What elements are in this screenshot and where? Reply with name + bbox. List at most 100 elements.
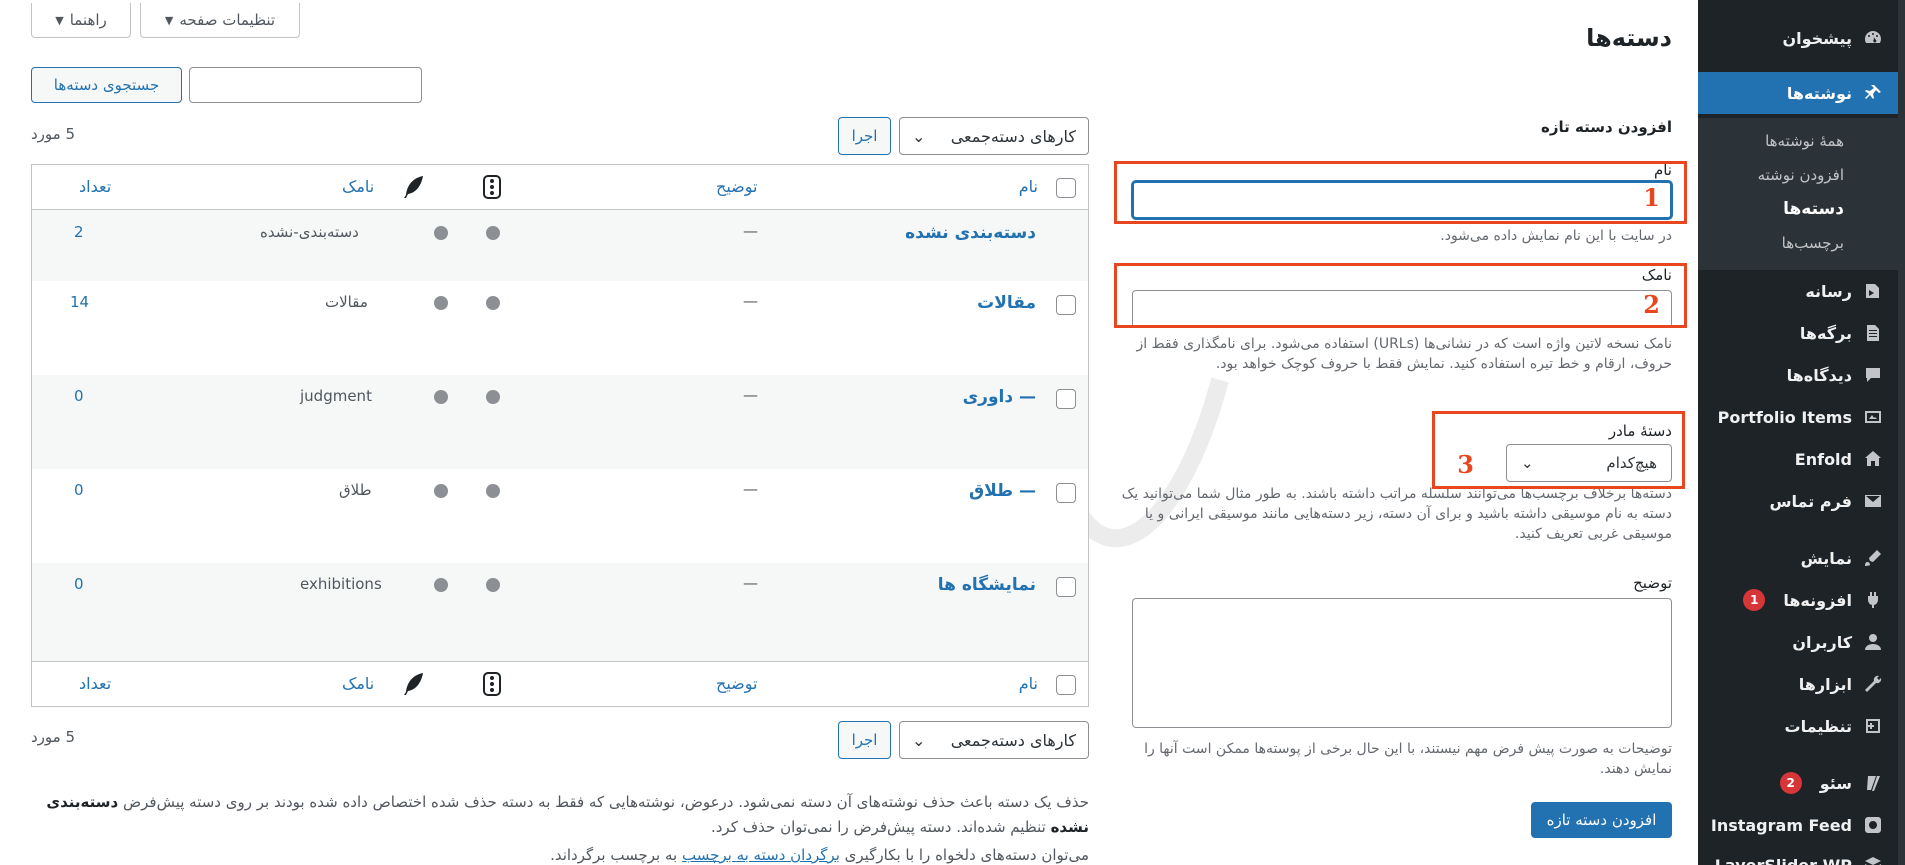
plugins-icon — [1862, 589, 1884, 611]
help-label: راهنما — [69, 11, 107, 29]
category-slug: طلاق — [339, 481, 372, 499]
category-search-input[interactable] — [189, 67, 422, 103]
menu-layerslider[interactable]: LayerSlider WP — [1698, 848, 1898, 865]
category-description: — — [743, 574, 758, 592]
category-count-link[interactable]: 14 — [70, 293, 89, 311]
category-tag-converter-link[interactable]: برگردان دسته به برچسب — [682, 846, 840, 864]
slug-help: نامک نسخه لاتین واژه است که در نشانی‌ها … — [1136, 336, 1672, 372]
row-checkbox[interactable] — [1056, 577, 1076, 597]
submenu-add-post[interactable]: افزودن نوشته — [1698, 158, 1898, 192]
menu-appearance[interactable]: نمایش — [1698, 541, 1898, 575]
category-count-link[interactable]: 0 — [74, 481, 84, 499]
submenu-categories[interactable]: دسته‌ها — [1698, 192, 1898, 226]
mail-icon — [1862, 490, 1884, 512]
column-name[interactable]: نام — [1019, 674, 1038, 693]
bulk-actions-select-top[interactable]: کارهای دسته‌جمعی ⌄ — [899, 117, 1089, 155]
media-icon — [1862, 280, 1884, 302]
category-slug: دسته‌بندی-نشده — [260, 223, 359, 241]
description-help: توضیحات به صورت پیش فرض مهم نیستند، با ا… — [1144, 741, 1672, 777]
submenu-label: افزودن نوشته — [1757, 166, 1844, 184]
description-textarea[interactable] — [1132, 598, 1672, 728]
category-name-link[interactable]: دسته‌بندی نشده — [905, 223, 1036, 243]
menu-posts[interactable]: نوشته‌ها — [1698, 72, 1898, 114]
row-checkbox[interactable] — [1056, 483, 1076, 503]
category-count-link[interactable]: 2 — [74, 223, 84, 241]
status-dot — [434, 296, 448, 310]
menu-dashboard[interactable]: پیشخوان — [1698, 21, 1898, 55]
apply-button-bottom[interactable]: اجرا — [838, 721, 891, 759]
menu-seo[interactable]: سئو 2 — [1698, 766, 1898, 800]
menu-contact-form[interactable]: فرم تماس — [1698, 484, 1898, 518]
menu-label: نوشته‌ها — [1786, 83, 1852, 103]
main-content: تنظیمات صفحه ▼ راهنما ▼ دسته‌ها افزودن د… — [0, 0, 1698, 865]
menu-portfolio[interactable]: Portfolio Items — [1698, 400, 1898, 434]
column-description[interactable]: توضیح — [716, 674, 757, 693]
menu-label: Enfold — [1794, 449, 1852, 469]
comments-icon — [1862, 364, 1884, 386]
column-slug[interactable]: نامک — [342, 177, 374, 196]
table-row: — طلاق — طلاق 0 — [32, 469, 1088, 563]
menu-instagram-feed[interactable]: Instagram Feed — [1698, 808, 1898, 842]
posts-submenu: همهٔ نوشته‌ها افزودن نوشته دسته‌ها برچسب… — [1698, 118, 1898, 270]
delete-category-note: حذف یک دسته باعث حذف نوشته‌های آن دسته ن… — [31, 790, 1089, 840]
dashboard-icon — [1862, 27, 1884, 49]
category-name-link[interactable]: مقالات — [977, 293, 1036, 313]
convert-note-post: به برچسب برگرداند. — [550, 846, 678, 864]
bulk-actions-label: کارهای دسته‌جمعی — [950, 730, 1076, 750]
column-description[interactable]: توضیح — [716, 177, 757, 196]
column-kebab-icon[interactable] — [483, 672, 501, 700]
caret-down-icon: ▼ — [164, 13, 174, 27]
category-count-link[interactable]: 0 — [74, 387, 84, 405]
menu-label: پیشخوان — [1782, 28, 1852, 48]
menu-label: برگه‌ها — [1799, 323, 1852, 343]
status-dot — [486, 226, 500, 240]
column-feather-icon[interactable] — [403, 672, 425, 700]
apply-button-top[interactable]: اجرا — [838, 117, 891, 155]
add-category-button[interactable]: افزودن دسته تازه — [1531, 802, 1672, 838]
submenu-tags[interactable]: برچسب‌ها — [1698, 226, 1898, 260]
submenu-label: دسته‌ها — [1783, 199, 1844, 219]
status-dot — [486, 578, 500, 592]
menu-tools[interactable]: ابزارها — [1698, 667, 1898, 701]
category-name-link[interactable]: نمایشگاه ها — [938, 575, 1036, 595]
table-row: دسته‌بندی نشده — دسته‌بندی-نشده 2 — [32, 210, 1088, 281]
column-count[interactable]: تعداد — [79, 177, 111, 196]
screen-options-button[interactable]: تنظیمات صفحه ▼ — [140, 3, 300, 38]
select-all-checkbox-bottom[interactable] — [1056, 675, 1076, 695]
caret-down-icon: ▼ — [55, 13, 64, 27]
menu-pages[interactable]: برگه‌ها — [1698, 316, 1898, 350]
parent-help: دسته‌ها برخلاف برچسب‌ها می‌توانند سلسله … — [1121, 486, 1672, 542]
category-name-link[interactable]: — طلاق — [969, 481, 1036, 501]
column-feather-icon[interactable] — [403, 175, 425, 203]
search-categories-button[interactable]: جستجوی دسته‌ها — [31, 67, 182, 103]
row-checkbox[interactable] — [1056, 295, 1076, 315]
menu-users[interactable]: کاربران — [1698, 625, 1898, 659]
category-count-link[interactable]: 0 — [74, 575, 84, 593]
status-dot — [434, 484, 448, 498]
menu-label: LayerSlider WP — [1714, 855, 1852, 865]
category-name-link[interactable]: — داوری — [963, 387, 1036, 407]
column-name[interactable]: نام — [1019, 177, 1038, 196]
menu-settings[interactable]: تنظیمات — [1698, 709, 1898, 743]
help-button[interactable]: راهنما ▼ — [31, 3, 131, 38]
menu-label: فرم تماس — [1769, 491, 1852, 511]
seo-notification-badge: 2 — [1779, 772, 1802, 794]
pages-icon — [1862, 322, 1884, 344]
category-slug: judgment — [300, 387, 372, 405]
menu-comments[interactable]: دیدگاه‌ها — [1698, 358, 1898, 392]
menu-plugins[interactable]: افزونه‌ها 1 — [1698, 583, 1898, 617]
menu-enfold[interactable]: Enfold — [1698, 442, 1898, 476]
column-slug[interactable]: نامک — [342, 674, 374, 693]
submenu-all-posts[interactable]: همهٔ نوشته‌ها — [1698, 124, 1898, 158]
menu-media[interactable]: رسانه — [1698, 274, 1898, 308]
status-dot — [434, 390, 448, 404]
category-description: — — [743, 480, 758, 498]
row-checkbox[interactable] — [1056, 389, 1076, 409]
chevron-down-icon: ⌄ — [912, 126, 926, 146]
category-description: — — [743, 292, 758, 310]
bulk-actions-select-bottom[interactable]: کارهای دسته‌جمعی ⌄ — [899, 721, 1089, 759]
column-count[interactable]: تعداد — [79, 674, 111, 693]
select-all-checkbox[interactable] — [1056, 178, 1076, 198]
column-kebab-icon[interactable] — [483, 175, 501, 203]
category-slug: exhibitions — [300, 575, 382, 593]
